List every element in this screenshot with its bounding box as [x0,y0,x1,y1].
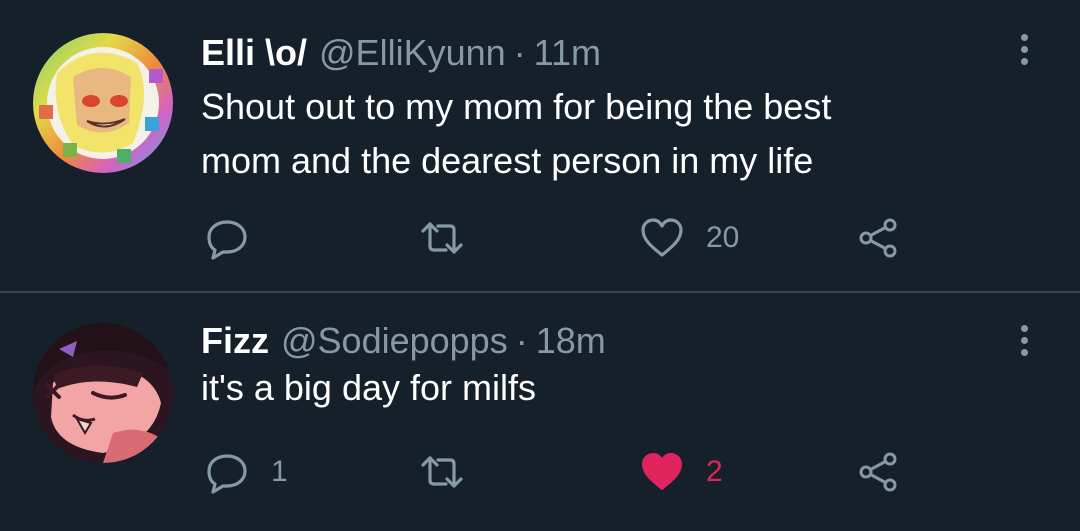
more-vertical-icon[interactable] [1012,25,1036,73]
timestamp[interactable]: 18m [536,317,606,365]
like-count: 20 [706,221,740,254]
avatar[interactable] [33,33,173,173]
user-handle[interactable]: @Sodiepopps [281,317,508,365]
retweet-button[interactable] [420,214,486,262]
heart-icon [641,218,683,257]
like-button[interactable]: 2 [640,448,723,496]
like-button[interactable]: 20 [640,214,739,262]
tweet[interactable]: Fizz @Sodiepopps · 18m it's a big day fo… [0,293,1080,531]
tweet-header: Elli \o/ @ElliKyunn · 11m [201,29,601,77]
more-vertical-icon[interactable] [1012,316,1036,364]
reply-button[interactable] [205,214,271,262]
retweet-icon [421,222,463,254]
like-count: 2 [706,455,723,488]
heart-filled-icon [642,453,682,490]
reply-icon [207,454,247,494]
reply-count: 1 [271,455,288,488]
reply-button[interactable]: 1 [205,448,288,496]
tweet[interactable]: Elli \o/ @ElliKyunn · 11m Shout out to m… [0,0,1080,292]
retweet-icon [421,456,463,488]
timestamp[interactable]: 11m [534,29,601,77]
user-handle[interactable]: @ElliKyunn [319,29,506,77]
tweet-header: Fizz @Sodiepopps · 18m [201,317,606,365]
separator: · [515,320,528,361]
share-icon [859,452,897,492]
cartoon-avatar-icon [33,323,173,463]
tweet-feed: Elli \o/ @ElliKyunn · 11m Shout out to m… [0,0,1080,531]
share-button[interactable] [856,214,900,262]
tweet-text: Shout out to my mom for being the best m… [201,86,832,181]
share-icon [859,218,897,258]
separator: · [513,32,526,73]
display-name[interactable]: Elli \o/ [201,29,307,77]
share-button[interactable] [856,448,900,496]
display-name[interactable]: Fizz [201,317,269,365]
tweet-text: it's a big day for milfs [201,367,536,408]
anime-avatar-icon [33,33,173,173]
retweet-button[interactable] [420,448,486,496]
reply-icon [207,220,247,260]
avatar[interactable] [33,323,173,463]
